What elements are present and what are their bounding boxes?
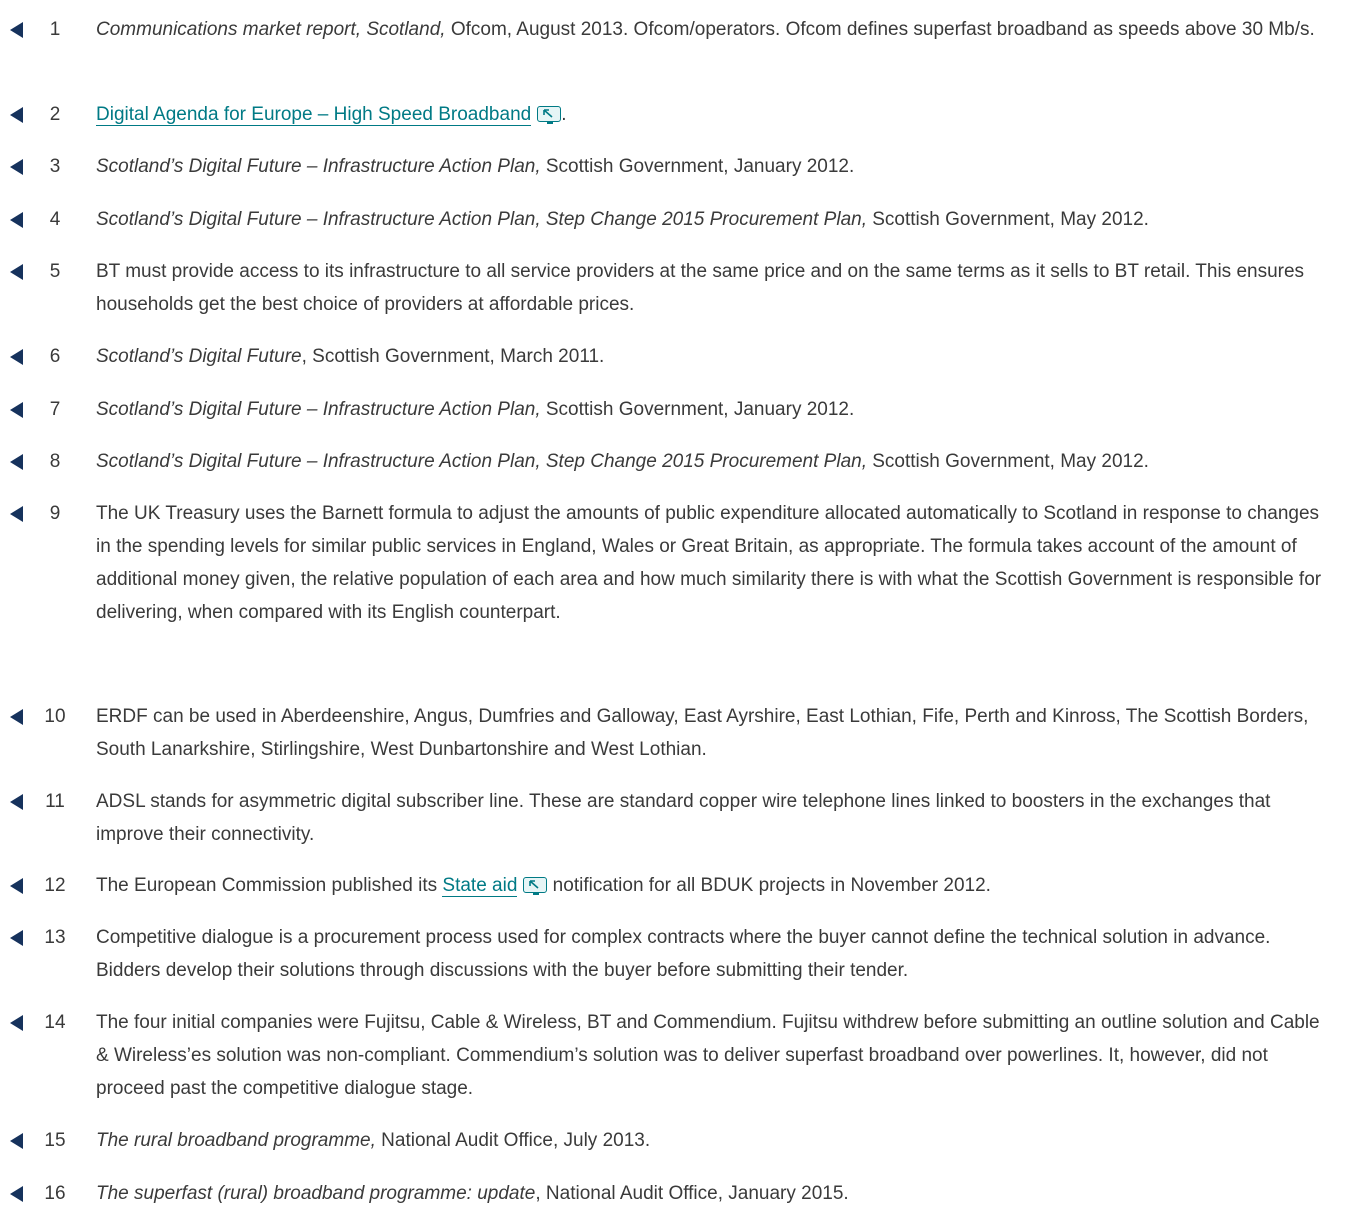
endnote-text: Communications market report, Scotland, … — [96, 13, 1336, 46]
endnote-text: The European Commission published its St… — [96, 869, 1336, 902]
endnote-text: Digital Agenda for Europe – High Speed B… — [96, 98, 1336, 131]
endnote-number: 10 — [44, 706, 66, 727]
citation-title: Scotland’s Digital Future – Infrastructu… — [96, 451, 867, 472]
external-link-icon[interactable] — [523, 877, 548, 895]
endnote-text: BT must provide access to its infrastruc… — [96, 261, 1305, 315]
back-arrow-icon[interactable] — [10, 506, 23, 522]
citation-text: The European Commission published its — [96, 875, 443, 896]
back-arrow-icon[interactable] — [10, 22, 23, 38]
citation-text: Ofcom, August 2013. Ofcom/operators. Ofc… — [445, 19, 1315, 40]
endnote-number: 2 — [49, 104, 61, 125]
citation-title: The rural broadband programme, — [96, 1130, 376, 1151]
endnote-number: 8 — [49, 451, 61, 472]
citation-title: Scotland’s Digital Future – Infrastructu… — [96, 209, 867, 230]
back-arrow-icon[interactable] — [10, 159, 23, 175]
back-arrow-icon[interactable] — [10, 212, 23, 228]
citation-text: National Audit Office, July 2013. — [375, 1130, 651, 1151]
endnote-text: The UK Treasury uses the Barnett formula… — [96, 503, 1322, 623]
endnote-text: Scotland’s Digital Future, Scottish Gove… — [96, 340, 1336, 373]
citation-title: Scotland’s Digital Future – Infrastructu… — [96, 156, 541, 177]
citation-title: The superfast (rural) broadband programm… — [96, 1183, 536, 1204]
back-arrow-icon[interactable] — [10, 1133, 23, 1149]
endnote-number: 5 — [49, 261, 61, 282]
endnote-number: 9 — [49, 503, 61, 524]
endnote-number: 3 — [49, 156, 61, 177]
endnote-number: 7 — [49, 399, 61, 420]
back-arrow-icon[interactable] — [10, 107, 23, 123]
endnote-number: 4 — [49, 209, 61, 230]
citation-text: Scottish Government, January 2012. — [540, 399, 855, 420]
citation-text: , National Audit Office, January 2015. — [535, 1183, 849, 1204]
citation-title: Communications market report, Scotland, — [96, 19, 446, 40]
endnote-text: ADSL stands for asymmetric digital subsc… — [96, 791, 1271, 845]
endnote-text: The rural broadband programme, National … — [96, 1124, 1336, 1157]
endnote-number: 11 — [45, 791, 65, 812]
endnote-text: The superfast (rural) broadband programm… — [96, 1177, 1336, 1210]
endnote-text: Scotland’s Digital Future – Infrastructu… — [96, 393, 1336, 426]
endnote-number: 15 — [44, 1130, 66, 1151]
external-link-icon[interactable] — [537, 106, 562, 124]
back-arrow-icon[interactable] — [10, 930, 23, 946]
citation-title: Scotland’s Digital Future — [96, 346, 302, 367]
endnote-number: 14 — [44, 1012, 66, 1033]
citation-text: notification for all BDUK projects in No… — [547, 875, 991, 896]
citation-text: Scottish Government, May 2012. — [866, 451, 1149, 472]
back-arrow-icon[interactable] — [10, 349, 23, 365]
endnote-number: 16 — [44, 1183, 66, 1204]
endnote-text: Scotland’s Digital Future – Infrastructu… — [96, 203, 1336, 236]
citation-text: Scottish Government, May 2012. — [866, 209, 1149, 230]
endnote-number: 1 — [49, 19, 61, 40]
digital-agenda-link[interactable]: Digital Agenda for Europe – High Speed B… — [96, 104, 532, 126]
endnote-number: 13 — [44, 927, 66, 948]
endnote-text: The four initial companies were Fujitsu,… — [96, 1012, 1320, 1099]
endnote-number: 12 — [44, 875, 66, 896]
citation-title: Scotland’s Digital Future – Infrastructu… — [96, 399, 541, 420]
back-arrow-icon[interactable] — [10, 1186, 23, 1202]
endnote-text: Scotland’s Digital Future – Infrastructu… — [96, 445, 1336, 478]
back-arrow-icon[interactable] — [10, 709, 23, 725]
state-aid-link[interactable]: State aid — [442, 875, 518, 897]
endnote-text: Competitive dialogue is a procurement pr… — [96, 927, 1271, 981]
back-arrow-icon[interactable] — [10, 402, 23, 418]
back-arrow-icon[interactable] — [10, 1015, 23, 1031]
back-arrow-icon[interactable] — [10, 878, 23, 894]
endnote-text: ERDF can be used in Aberdeenshire, Angus… — [96, 706, 1309, 760]
endnote-number: 6 — [49, 346, 61, 367]
citation-text: Scottish Government, January 2012. — [540, 156, 855, 177]
citation-text: , Scottish Government, March 2011. — [301, 346, 605, 367]
back-arrow-icon[interactable] — [10, 794, 23, 810]
endnote-text: Scotland’s Digital Future – Infrastructu… — [96, 150, 1336, 183]
back-arrow-icon[interactable] — [10, 264, 23, 280]
back-arrow-icon[interactable] — [10, 454, 23, 470]
citation-text: . — [561, 104, 567, 125]
